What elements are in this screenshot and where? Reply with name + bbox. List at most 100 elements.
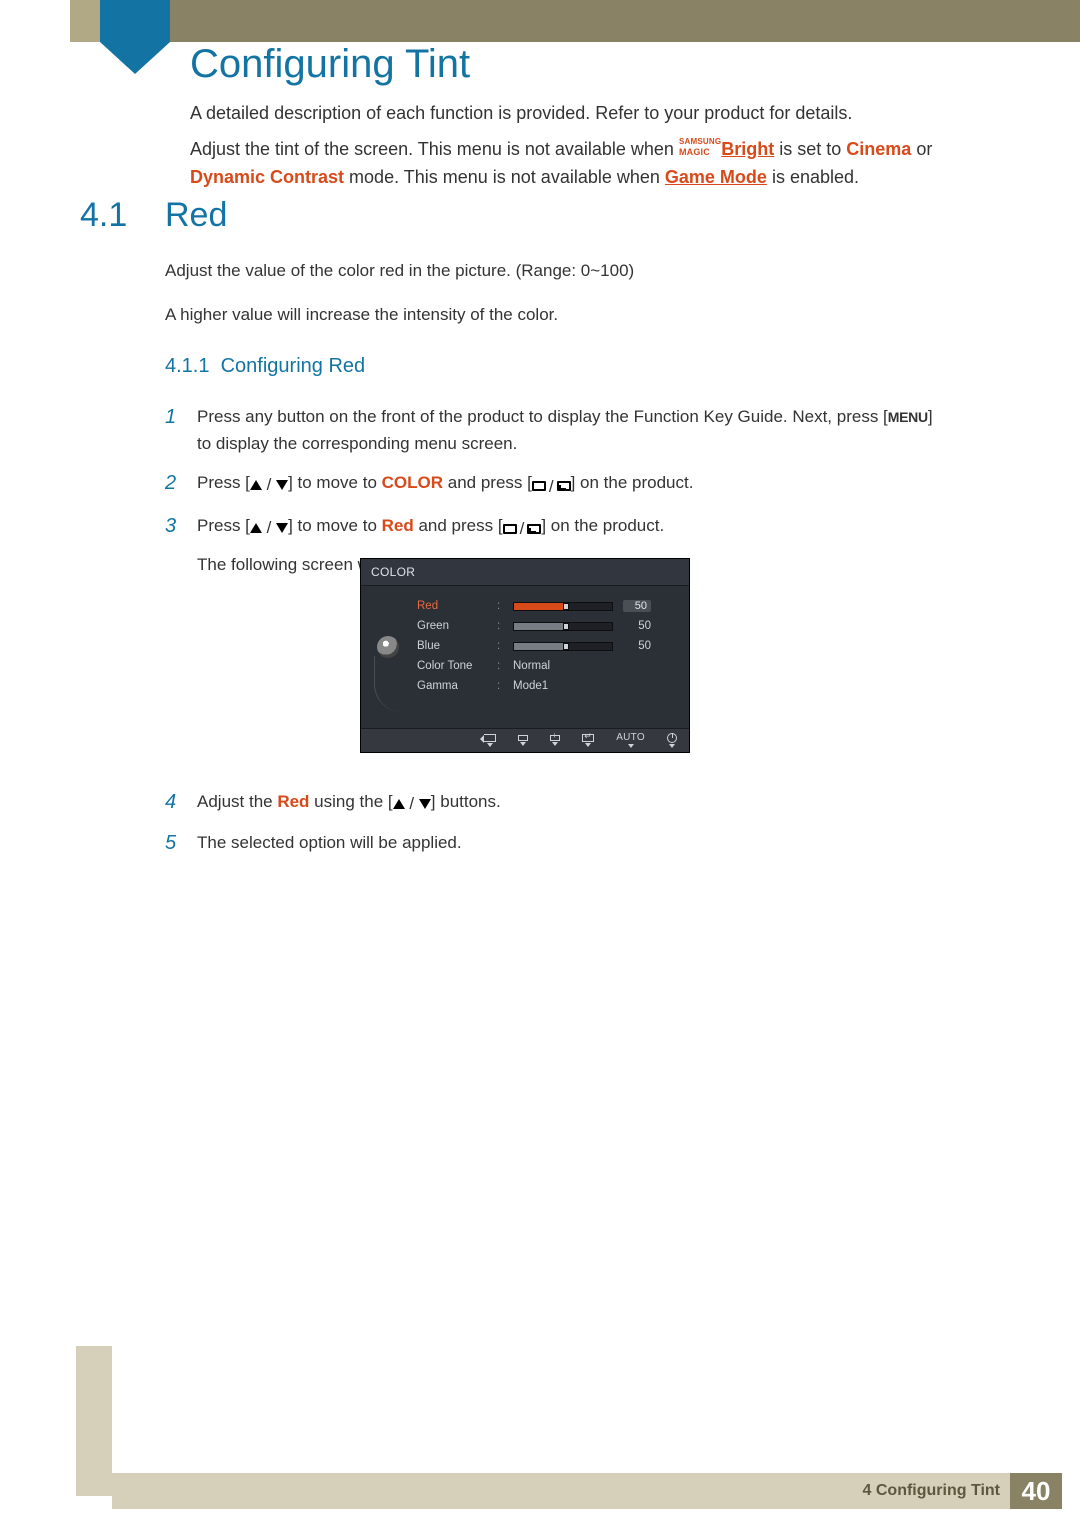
red-text: Red — [277, 792, 309, 811]
osd-icon-column — [369, 596, 407, 712]
left-rail-accent — [76, 1346, 112, 1496]
osd-label: Green — [417, 620, 487, 632]
colon: : — [497, 680, 503, 692]
section-body: Adjust the value of the color red in the… — [165, 258, 950, 590]
intro-line1: A detailed description of each function … — [190, 100, 950, 128]
subsection-heading: 4.1.1 Configuring Red — [165, 351, 950, 381]
intro-line3-mid: mode. This menu is not available when — [344, 167, 665, 187]
osd-value: 50 — [623, 600, 651, 612]
osd: COLOR Red : 50 Green : — [360, 558, 690, 753]
steps-list: 1 Press any button on the front of the p… — [165, 403, 950, 578]
source-enter-icon: / — [532, 473, 571, 500]
section-number: 4.1 — [80, 196, 127, 235]
intro-line3-end: is enabled. — [767, 167, 859, 187]
step2-c: and press [ — [443, 473, 532, 492]
step-num: 4 — [165, 786, 176, 818]
chapter-title: Configuring Tint — [190, 42, 470, 87]
osd-button-bar: AUTO — [361, 728, 689, 752]
gamemode-link[interactable]: Game Mode — [665, 167, 767, 187]
osd-row-red: Red : 50 — [417, 596, 677, 616]
osd-label: Gamma — [417, 680, 487, 692]
osd-btn-minus[interactable] — [518, 735, 528, 746]
chapter-tab-triangle — [100, 42, 170, 74]
osd-row-green: Green : 50 — [417, 616, 677, 636]
curve-decoration — [374, 656, 402, 712]
step1-a: Press any button on the front of the pro… — [197, 407, 888, 426]
page: Configuring Tint A detailed description … — [0, 0, 1080, 1527]
steps-list-2: 4 Adjust the Red using the [ / ] buttons… — [165, 788, 950, 856]
osd-value: Normal — [513, 660, 550, 672]
step-num: 3 — [165, 510, 176, 542]
minus-icon — [518, 735, 528, 741]
step4-c: ] buttons. — [431, 792, 501, 811]
step-num: 2 — [165, 467, 176, 499]
menu-button-label: MENU — [888, 409, 928, 425]
intro-or: or — [911, 139, 932, 159]
colon: : — [497, 620, 503, 632]
step2-d: ] on the product. — [571, 473, 694, 492]
step-num: 5 — [165, 827, 176, 859]
step3-d: ] on the product. — [541, 516, 664, 535]
back-icon — [484, 734, 496, 742]
footer-text: 4 Configuring Tint — [863, 1482, 1010, 1500]
header-accent-white — [0, 0, 70, 42]
bright-link[interactable]: Bright — [721, 139, 774, 159]
color-text: COLOR — [382, 473, 443, 492]
osd-btn-back[interactable] — [484, 734, 496, 747]
up-down-icon: / — [250, 514, 288, 541]
osd-row-blue: Blue : 50 — [417, 636, 677, 656]
osd-value: Mode1 — [513, 680, 548, 692]
osd-value: 50 — [623, 640, 651, 652]
intro-line2: Adjust the tint of the screen. This menu… — [190, 136, 950, 192]
step3-b: ] to move to — [288, 516, 382, 535]
step4-b: using the [ — [309, 792, 392, 811]
dynamic-contrast-text: Dynamic Contrast — [190, 167, 344, 187]
osd-slider-green[interactable] — [513, 622, 613, 631]
section-p1: Adjust the value of the color red in the… — [165, 258, 950, 284]
step2-b: ] to move to — [288, 473, 382, 492]
samsung-magic-icon: SAMSUNGMAGIC — [679, 137, 721, 157]
osd-value: 50 — [623, 620, 651, 632]
step-2: 2 Press [ / ] to move to COLOR and press… — [165, 469, 950, 500]
intro-line2-text: Adjust the tint of the screen. This menu… — [190, 139, 679, 159]
step3-c: and press [ — [414, 516, 503, 535]
step5-text: The selected option will be applied. — [197, 833, 462, 852]
osd-label: Color Tone — [417, 660, 487, 672]
colon: : — [497, 660, 503, 672]
osd-btn-enter[interactable] — [582, 734, 594, 747]
osd-slider-red[interactable] — [513, 602, 613, 611]
page-number: 40 — [1010, 1473, 1062, 1509]
osd-btn-plus[interactable] — [550, 735, 560, 746]
osd-slider-blue[interactable] — [513, 642, 613, 651]
step-4: 4 Adjust the Red using the [ / ] buttons… — [165, 788, 950, 817]
enter-icon — [582, 734, 594, 742]
cinema-text: Cinema — [846, 139, 911, 159]
osd-btn-power[interactable] — [667, 733, 677, 748]
header-accent-mid — [70, 0, 100, 42]
step3-a: Press [ — [197, 516, 250, 535]
chapter-tab — [100, 0, 170, 42]
osd-rows: Red : 50 Green : 50 Blue : — [417, 596, 677, 712]
section-title: Red — [165, 196, 227, 235]
colon: : — [497, 640, 503, 652]
osd-btn-auto[interactable]: AUTO — [616, 733, 645, 748]
source-enter-icon: / — [503, 515, 542, 542]
power-icon — [667, 733, 677, 743]
palette-icon — [377, 636, 399, 658]
osd-row-gamma: Gamma : Mode1 — [417, 676, 677, 696]
subsection-title: Configuring Red — [221, 355, 366, 377]
steps-continued: 4 Adjust the Red using the [ / ] buttons… — [165, 788, 950, 868]
subsection-number: 4.1.1 — [165, 355, 209, 377]
intro-block: A detailed description of each function … — [190, 100, 950, 200]
intro-line2-mid: is set to — [774, 139, 846, 159]
osd-label: Blue — [417, 640, 487, 652]
osd-label: Red — [417, 600, 487, 612]
up-down-icon: / — [393, 790, 431, 817]
up-down-icon: / — [250, 471, 288, 498]
step-1: 1 Press any button on the front of the p… — [165, 403, 950, 457]
red-text: Red — [382, 516, 414, 535]
footer-bar: 4 Configuring Tint 40 — [112, 1473, 1062, 1509]
osd-title: COLOR — [361, 559, 689, 586]
colon: : — [497, 600, 503, 612]
step-num: 1 — [165, 401, 176, 433]
